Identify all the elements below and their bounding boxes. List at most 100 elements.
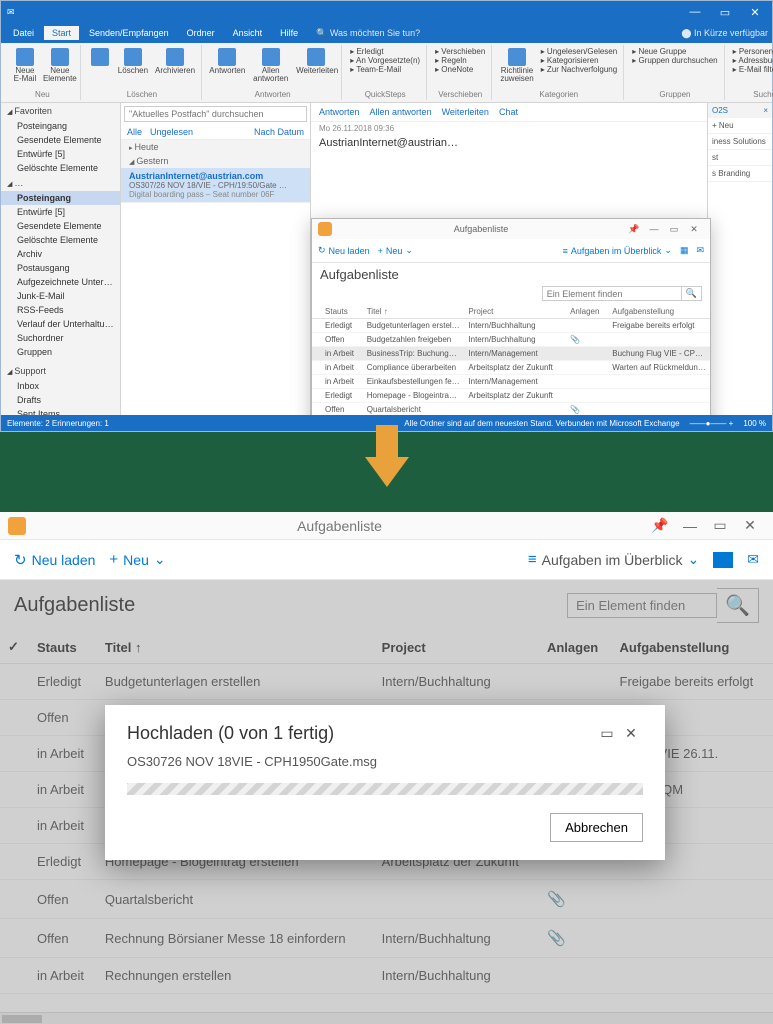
mail-icon[interactable]: ✉ [747, 551, 759, 568]
support-header[interactable]: Support [1, 363, 120, 379]
ribbon-button[interactable]: Antworten [208, 47, 247, 76]
column-header[interactable]: Project [464, 305, 566, 319]
ribbon-item[interactable]: ▸ Regeln [433, 56, 487, 65]
table-row[interactable]: in ArbeitEinkaufsbestellungen fertigstel… [312, 375, 710, 389]
reply-all-button[interactable]: Allen antworten [370, 107, 432, 117]
ribbon-item[interactable]: ▸ Gruppen durchsuchen [630, 56, 719, 65]
zoom-slider[interactable]: ——●—— + [690, 419, 734, 428]
folder-item[interactable]: Drafts [1, 393, 120, 407]
ribbon-item[interactable]: ▸ Ungelesen/Gelesen [539, 47, 620, 56]
filter-unread[interactable]: Ungelesen [150, 127, 193, 137]
ribbon-item[interactable]: ▸ Verschieben [433, 47, 487, 56]
minimize-button[interactable]: — [675, 518, 705, 534]
sort-dropdown[interactable]: Nach Datum [254, 127, 304, 137]
folder-item[interactable]: Posteingang [1, 119, 120, 133]
o2s-new-button[interactable]: + Neu [708, 118, 772, 134]
folder-item[interactable]: Gruppen [1, 345, 120, 359]
folder-item[interactable]: RSS-Feeds [1, 303, 120, 317]
message-item[interactable]: AustrianInternet@austrian.comOS307/26 NO… [121, 168, 310, 203]
column-header[interactable] [312, 305, 321, 319]
o2s-item[interactable]: st [708, 150, 772, 166]
ribbon-button[interactable]: Neue Elemente [44, 47, 76, 84]
ribbon-item[interactable]: ▸ Adressbuch [731, 56, 773, 65]
dialog-close-icon[interactable]: ✕ [619, 725, 643, 742]
maximize-icon[interactable]: ▭ [664, 224, 684, 235]
new-button[interactable]: +Neu ⌄ [109, 551, 165, 568]
ribbon-button[interactable]: Weiterleiten [295, 47, 337, 76]
favorites-header[interactable]: Favoriten [1, 103, 120, 119]
close-button[interactable]: ✕ [744, 6, 766, 19]
dialog-maximize-icon[interactable]: ▭ [595, 725, 619, 742]
new-button[interactable]: + Neu ⌄ [378, 245, 413, 256]
folder-item[interactable]: Gelöschte Elemente [1, 233, 120, 247]
folder-item[interactable]: Archiv [1, 247, 120, 261]
minimize-button[interactable]: — [684, 6, 706, 18]
o2s-item[interactable]: iness Solutions [708, 134, 772, 150]
mail-icon[interactable]: ✉ [696, 245, 704, 256]
view-dropdown[interactable]: ≡Aufgaben im Überblick ⌄ [528, 551, 699, 568]
tile-view-icon[interactable] [713, 552, 733, 568]
reload-button[interactable]: ↻Neu laden [14, 551, 95, 569]
folder-item[interactable]: Inbox [1, 379, 120, 393]
folder-item[interactable]: Junk-E-Mail [1, 289, 120, 303]
ribbon-tab[interactable]: Hilfe [272, 26, 306, 40]
ribbon-button[interactable]: Richtlinie zuweisen [498, 47, 535, 84]
folder-item[interactable]: Gelöschte Elemente [1, 161, 120, 175]
ribbon-tab[interactable]: Senden/Empfangen [81, 26, 177, 40]
folder-item[interactable]: Posteingang [1, 191, 120, 205]
mail-search-input[interactable] [124, 106, 307, 122]
ribbon-button[interactable]: Neue E-Mail [9, 47, 41, 84]
filter-all[interactable]: Alle [127, 127, 142, 137]
table-row[interactable]: OffenBudgetzahlen freigebenIntern/Buchha… [312, 333, 710, 347]
folder-item[interactable]: Aufgezeichnete Unterha… [1, 275, 120, 289]
o2s-item[interactable]: s Branding [708, 166, 772, 182]
ribbon-tab[interactable]: Ordner [179, 26, 223, 40]
folder-item[interactable]: Postausgang [1, 261, 120, 275]
date-group[interactable]: Heute [121, 140, 310, 154]
table-row[interactable]: in ArbeitBusinessTrip: Buchungen veranla… [312, 347, 710, 361]
reload-button[interactable]: ↻ Neu laden [318, 245, 370, 256]
ribbon-tab[interactable]: Start [44, 26, 79, 40]
ribbon-button[interactable]: Archivieren [153, 47, 197, 76]
ribbon-button[interactable]: Löschen [116, 47, 150, 76]
folder-item[interactable]: Entwürfe [5] [1, 205, 120, 219]
qat-icon[interactable]: ✉ [7, 7, 15, 18]
folder-item[interactable]: Sent Items [1, 407, 120, 415]
table-row[interactable]: in ArbeitCompliance überarbeitenArbeitsp… [312, 361, 710, 375]
minimize-icon[interactable]: — [644, 224, 664, 234]
maximize-button[interactable]: ▭ [714, 6, 736, 19]
cancel-button[interactable]: Abbrechen [550, 813, 643, 842]
date-group[interactable]: Gestern [121, 154, 310, 168]
folder-item[interactable]: Entwürfe [5] [1, 147, 120, 161]
ribbon-item[interactable]: ▸ Personen suchen [731, 47, 773, 56]
ribbon-item[interactable]: ▸ E-Mail filtern [731, 65, 773, 74]
ribbon-item[interactable]: ▸ Erledigt [348, 47, 422, 56]
ribbon-tab[interactable]: Datei [5, 26, 42, 40]
ribbon-item[interactable]: ▸ Team-E-Mail [348, 65, 422, 74]
view-dropdown[interactable]: ≡ Aufgaben im Überblick ⌄ [563, 245, 672, 256]
chat-button[interactable]: Chat [499, 107, 518, 117]
close-icon[interactable]: ✕ [684, 224, 704, 235]
folder-item[interactable]: Gesendete Elemente [1, 133, 120, 147]
forward-button[interactable]: Weiterleiten [442, 107, 489, 117]
column-header[interactable]: Titel ↑ [363, 305, 465, 319]
search-icon[interactable]: 🔍 [682, 286, 702, 301]
table-row[interactable]: ErledigtHomepage - Blogeintrag erstellen… [312, 389, 710, 403]
task-search-input[interactable] [542, 286, 682, 301]
column-header[interactable]: Aufgabenstellung [608, 305, 710, 319]
pin-icon[interactable]: 📌 [645, 517, 675, 534]
close-button[interactable]: ✕ [735, 517, 765, 534]
o2s-close-icon[interactable]: × [763, 106, 768, 115]
table-row[interactable]: ErledigtBudgetunterlagen erstellenIntern… [312, 319, 710, 333]
table-row[interactable]: OffenQuartalsbericht📎 [312, 403, 710, 416]
ribbon-item[interactable]: ▸ An Vorgesetzte(n) [348, 56, 422, 65]
tell-me-search[interactable]: 🔍 Was möchten Sie tun? [316, 28, 420, 39]
column-header[interactable]: Anlagen [566, 305, 608, 319]
ribbon-tab[interactable]: Ansicht [225, 26, 271, 40]
pin-icon[interactable]: 📌 [624, 224, 644, 235]
folder-item[interactable]: Gesendete Elemente [1, 219, 120, 233]
account-header[interactable]: … [1, 175, 120, 191]
ribbon-item[interactable]: ▸ Neue Gruppe [630, 47, 719, 56]
tile-icon[interactable]: ▦ [680, 245, 689, 256]
maximize-button[interactable]: ▭ [705, 517, 735, 534]
